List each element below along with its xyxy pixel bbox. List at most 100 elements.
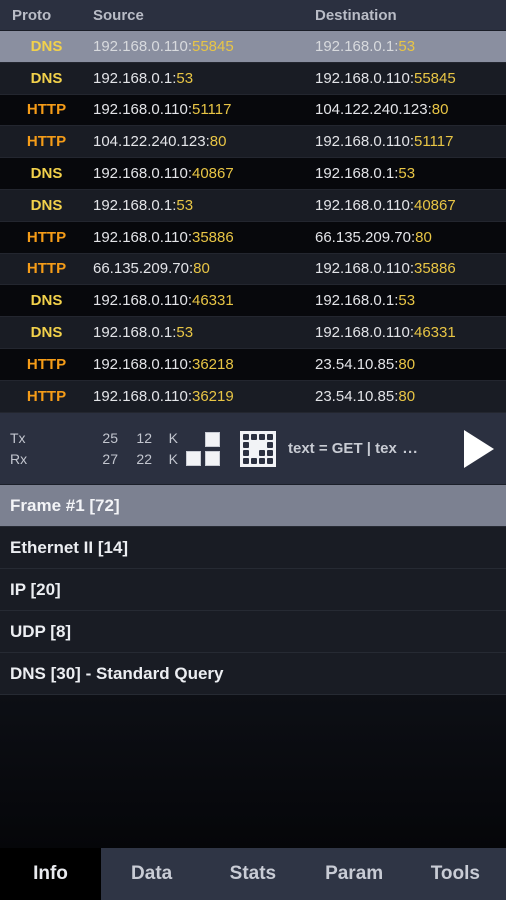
grid-cell (243, 433, 249, 440)
tab-param[interactable]: Param (304, 848, 405, 900)
protocol-layer-row[interactable]: Frame #1 [72] (0, 485, 506, 527)
rx-packet-count: 27 (102, 450, 118, 467)
packet-list[interactable]: DNS 192.168.0.110:55845 192.168.0.1:53 DNS 1… (0, 31, 506, 413)
packet-row[interactable]: DNS 192.168.0.110:40867 192.168.0.1:53 (0, 158, 506, 190)
square-top-right (205, 431, 220, 447)
packet-protocol: HTTP (26, 101, 67, 119)
grid-cell (251, 433, 257, 440)
capture-toolbar: Tx 25 12 K Rx 27 22 K text = GET | tex .… (0, 413, 506, 485)
bottom-tabbar[interactable]: Info Data Stats Param Tools (0, 848, 506, 900)
packet-source: 192.168.0.1:53 (93, 324, 315, 341)
packet-row[interactable]: HTTP 66.135.209.70:80 192.168.0.110:35886 (0, 253, 506, 286)
source-port: 53 (176, 324, 194, 342)
squares-icon[interactable] (186, 430, 228, 468)
packet-row[interactable]: DNS 192.168.0.110:46331 192.168.0.1:53 (0, 285, 506, 318)
rx-byte-unit: K (168, 450, 178, 467)
tx-packet-count: 25 (102, 430, 118, 447)
packet-destination: 104.122.240.123:80 (315, 101, 506, 118)
protocol-layer-row[interactable]: Ethernet II [14] (0, 527, 506, 569)
grid-cell (243, 457, 249, 464)
grid-cell (267, 433, 273, 440)
dest-ip: 192.168.0.110 (315, 324, 410, 342)
dest-port: 80 (398, 355, 416, 373)
protocol-layer-row[interactable]: IP [20] (0, 569, 506, 611)
packet-row[interactable]: DNS 192.168.0.110:55845 192.168.0.1:53 (0, 31, 506, 63)
source-port: 53 (176, 69, 194, 87)
grid-cell (243, 449, 249, 456)
dest-port: 53 (398, 165, 416, 183)
dest-ip: 104.122.240.123 (315, 101, 428, 119)
packet-source: 192.168.0.1:53 (93, 70, 315, 87)
dest-port: 53 (398, 292, 416, 310)
dest-ip: 23.54.10.85 (315, 355, 395, 373)
grid-cell (259, 449, 265, 456)
grid-cell (259, 442, 265, 448)
tab-stats[interactable]: Stats (202, 848, 303, 900)
packet-destination: 192.168.0.110:55845 (315, 70, 506, 87)
grid-cell (267, 449, 273, 456)
column-header-destination[interactable]: Destination (315, 7, 506, 24)
packet-row[interactable]: HTTP 104.122.240.123:80 192.168.0.110:5111… (0, 126, 506, 159)
tab-tools[interactable]: Tools (405, 848, 506, 900)
grid-cell (259, 433, 265, 440)
packet-protocol: DNS (30, 69, 63, 87)
packet-row[interactable]: HTTP 192.168.0.110:35886 66.135.209.70:80 (0, 221, 506, 254)
protocol-layer-row[interactable]: DNS [30] - Standard Query (0, 653, 506, 695)
grid-cell (251, 450, 257, 456)
packet-row[interactable]: HTTP 192.168.0.110:36219 23.54.10.85:80 (0, 380, 506, 413)
packet-source: 192.168.0.110:51117 (93, 101, 315, 118)
tx-byte-count: 12 (136, 430, 152, 447)
play-icon[interactable] (464, 429, 494, 468)
grid-cell (243, 441, 249, 448)
packet-row[interactable]: HTTP 192.168.0.110:36218 23.54.10.85:80 (0, 348, 506, 381)
packet-protocol: HTTP (26, 260, 67, 278)
source-port: 36219 (191, 387, 234, 405)
protocol-tree[interactable]: Frame #1 [72] Ethernet II [14] IP [20] UDP … (0, 485, 506, 695)
source-ip: 66.135.209.70 (93, 260, 189, 278)
filter-expression[interactable]: text = GET | tex (288, 440, 397, 457)
grid-matrix-icon[interactable] (240, 430, 276, 467)
square-bottom-left (186, 450, 201, 466)
packet-list-header: Proto Source Destination (0, 0, 506, 31)
source-port: 40867 (191, 165, 234, 183)
empty-detail-area (0, 695, 506, 848)
filter-overflow-ellipsis[interactable]: ... (403, 440, 419, 457)
packet-source: 192.168.0.110:55845 (93, 38, 315, 55)
dest-ip: 192.168.0.110 (315, 69, 410, 87)
traffic-stats: Tx 25 12 K Rx 27 22 K (0, 428, 178, 469)
packet-protocol: DNS (30, 165, 63, 183)
column-header-proto[interactable]: Proto (0, 7, 93, 24)
dest-ip: 192.168.0.1 (315, 292, 395, 310)
tab-info[interactable]: Info (0, 848, 101, 900)
dest-port: 80 (398, 387, 416, 405)
packet-protocol: HTTP (26, 133, 67, 151)
packet-destination: 192.168.0.1:53 (315, 38, 506, 55)
source-ip: 104.122.240.123 (93, 133, 206, 151)
packet-row[interactable]: HTTP 192.168.0.110:51117 104.122.240.123:8… (0, 94, 506, 127)
protocol-layer-row[interactable]: UDP [8] (0, 611, 506, 653)
packet-row[interactable]: DNS 192.168.0.1:53 192.168.0.110:46331 (0, 317, 506, 349)
source-ip: 192.168.0.1 (93, 324, 173, 342)
packet-protocol: HTTP (26, 355, 67, 373)
packet-capture-app: Proto Source Destination DNS 192.168.0.11… (0, 0, 506, 900)
column-header-source[interactable]: Source (93, 7, 315, 24)
packet-row[interactable]: DNS 192.168.0.1:53 192.168.0.110:40867 (0, 189, 506, 222)
source-ip: 192.168.0.1 (93, 69, 173, 87)
dest-ip: 192.168.0.1 (315, 37, 395, 55)
packet-source: 66.135.209.70:80 (93, 260, 315, 277)
dest-port: 46331 (413, 324, 456, 342)
packet-protocol: DNS (30, 324, 63, 342)
packet-protocol: DNS (30, 292, 63, 310)
source-ip: 192.168.0.110 (93, 165, 188, 183)
dest-ip: 192.168.0.110 (315, 260, 410, 278)
dest-port: 51117 (413, 133, 454, 151)
packet-destination: 192.168.0.110:46331 (315, 324, 506, 341)
source-port: 35886 (191, 228, 234, 246)
packet-destination: 192.168.0.1:53 (315, 165, 506, 182)
packet-destination: 23.54.10.85:80 (315, 356, 506, 373)
square-bottom-right (205, 450, 220, 466)
packet-row[interactable]: DNS 192.168.0.1:53 192.168.0.110:55845 (0, 62, 506, 95)
grid-cell (267, 441, 273, 448)
grid-cell (251, 457, 257, 464)
tab-data[interactable]: Data (101, 848, 202, 900)
